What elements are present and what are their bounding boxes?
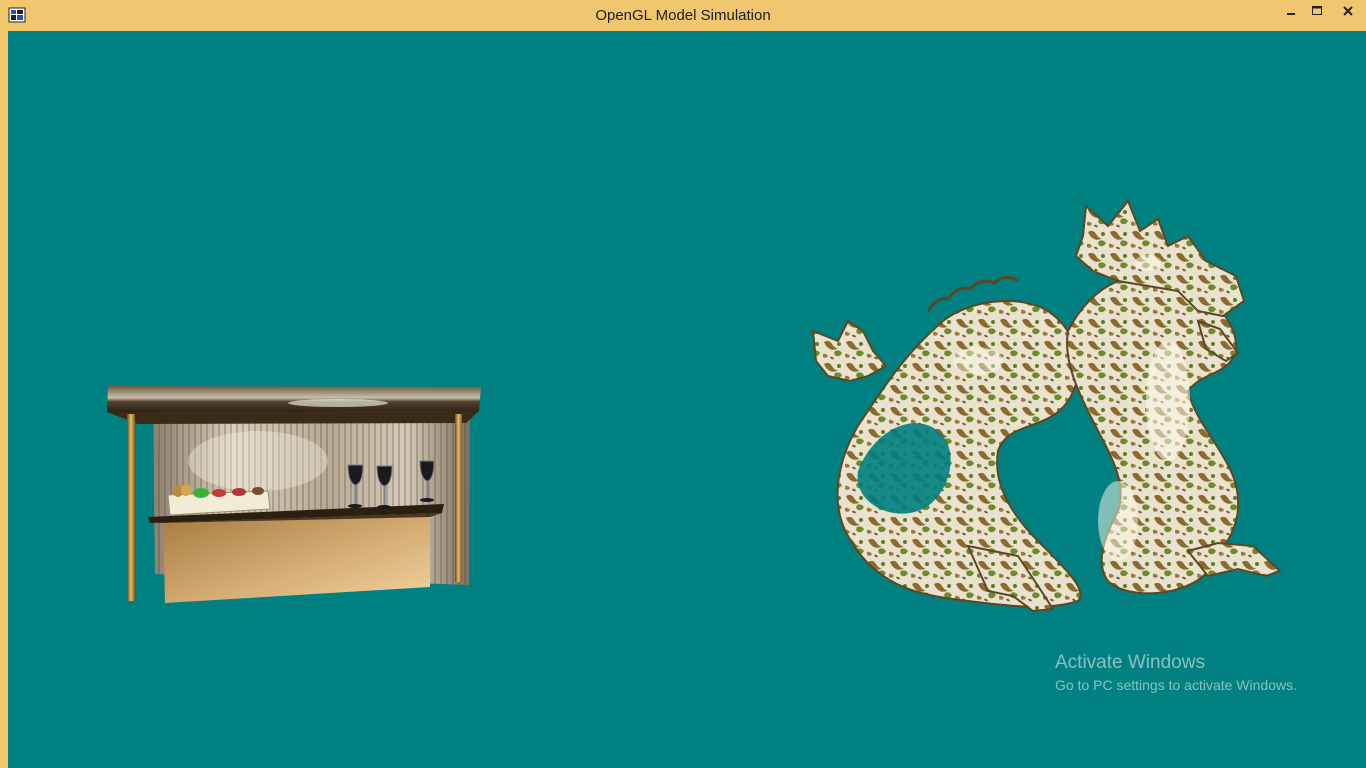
dragon-model	[811, 199, 1282, 613]
minimize-button[interactable]	[1280, 0, 1302, 22]
bar-counter-model	[107, 386, 481, 603]
app-window: OpenGL Model Simulation Activate Windows…	[0, 0, 1366, 768]
maximize-button[interactable]	[1306, 0, 1328, 22]
maximize-icon	[1312, 6, 1322, 15]
activation-title: Activate Windows	[1055, 652, 1205, 673]
activation-watermark: Activate Windows Go to PC settings to ac…	[1055, 651, 1297, 696]
minimize-icon	[1287, 13, 1295, 15]
close-button[interactable]	[1330, 0, 1366, 22]
opengl-viewport[interactable]: Activate Windows Go to PC settings to ac…	[8, 31, 1366, 768]
title-bar[interactable]: OpenGL Model Simulation	[0, 0, 1366, 31]
window-title: OpenGL Model Simulation	[595, 7, 771, 24]
close-icon	[1343, 6, 1353, 16]
activation-subtitle: Go to PC settings to activate Windows.	[1055, 677, 1297, 693]
